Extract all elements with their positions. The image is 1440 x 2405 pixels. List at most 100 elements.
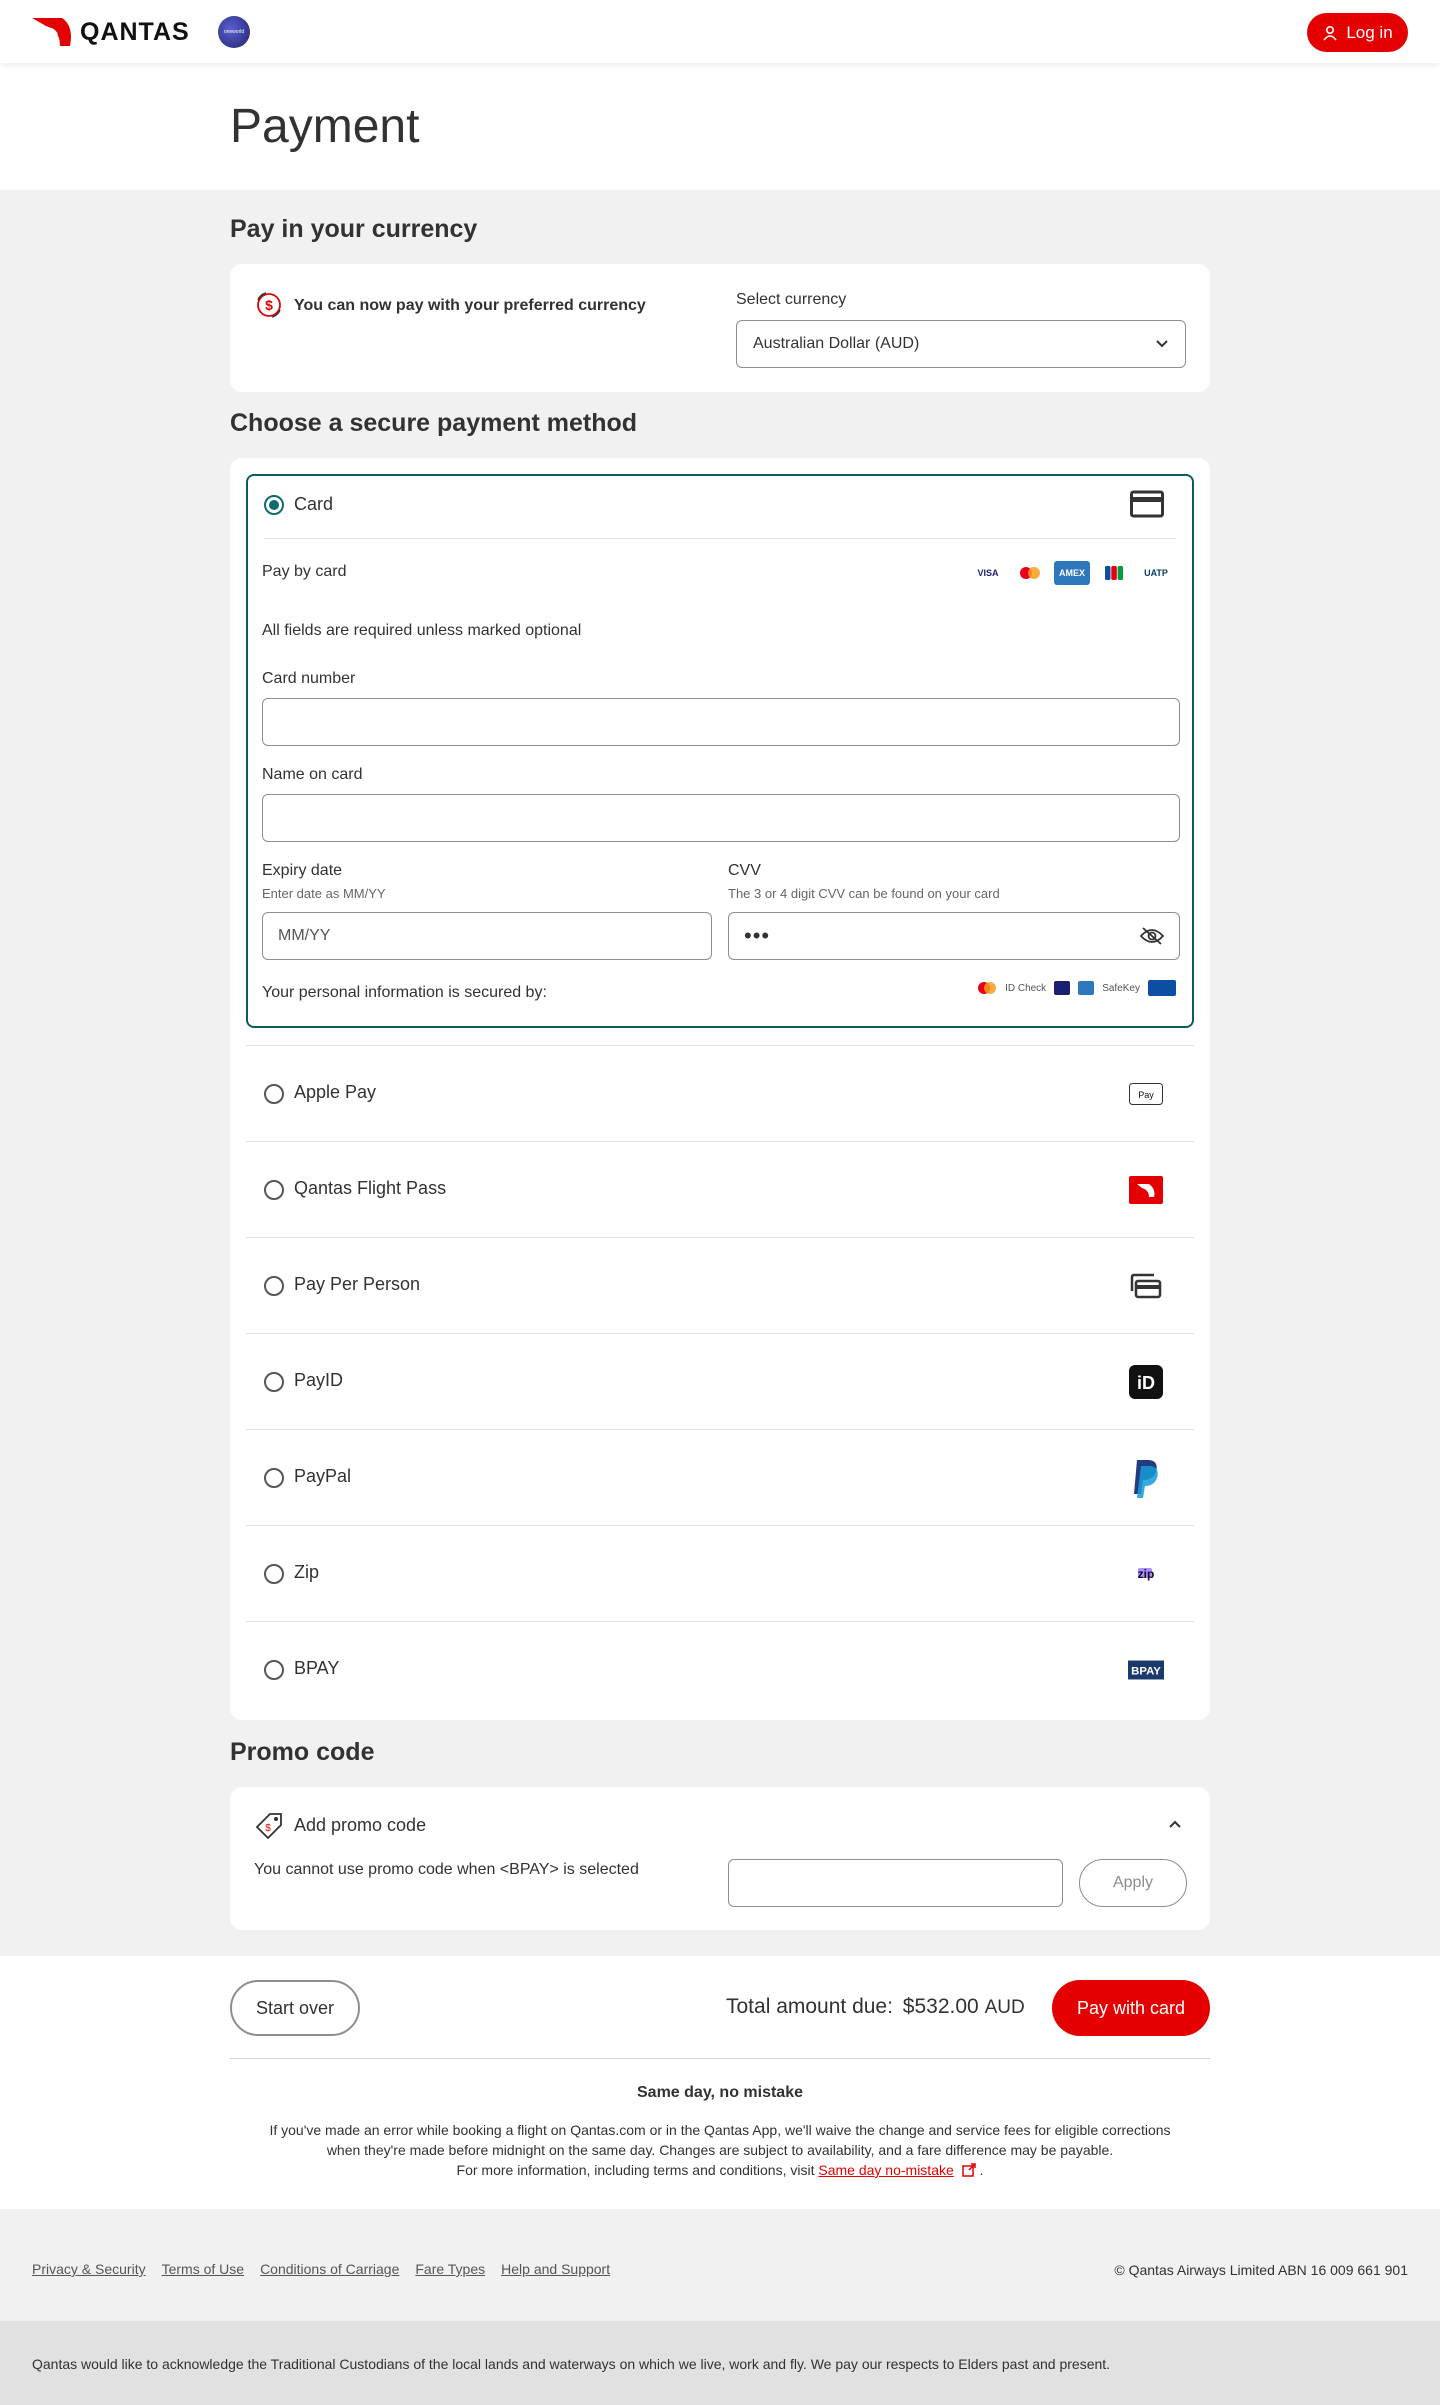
same-day-line-1: If you've made an error while booking a …: [269, 2122, 1171, 2138]
payment-option-zip[interactable]: Zip zip: [246, 1525, 1194, 1621]
qantas-flight-pass-label: Qantas Flight Pass: [294, 1178, 447, 1198]
visa-icon: VISA: [977, 568, 999, 578]
bpay-label: BPAY: [294, 1658, 340, 1678]
apple-pay-radio[interactable]: [264, 1084, 284, 1104]
kangaroo-icon: [32, 18, 71, 46]
id-check-text: ID Check: [1005, 982, 1047, 994]
copyright: © Qantas Airways Limited ABN 16 009 661 …: [1114, 2262, 1408, 2278]
oneworld-logo: oneworld: [218, 16, 250, 48]
expiry-label: Expiry date: [262, 862, 343, 879]
brand-wordmark: QANTAS: [80, 17, 190, 46]
card-number-input[interactable]: [262, 698, 1180, 746]
uatp-icon: UATP: [1144, 568, 1168, 578]
bpay-icon: BPAY: [1128, 1652, 1164, 1688]
name-on-card-label: Name on card: [262, 766, 363, 783]
total-amount: Total amount due: $532.00 AUD: [726, 1995, 1025, 2019]
total-value: $532.00: [902, 1995, 979, 2018]
fare-types-link[interactable]: Fare Types: [415, 2261, 485, 2277]
pay-with-card-button[interactable]: Pay with card: [1052, 1980, 1210, 2036]
jsecure-icon: [1148, 980, 1176, 996]
svg-text:iD: iD: [1137, 1373, 1155, 1393]
summary-bar: Start over Total amount due: $532.00 AUD…: [0, 1956, 1440, 2209]
bpay-radio[interactable]: [264, 1660, 284, 1680]
svg-text:$: $: [265, 1823, 271, 1834]
promo-section-title: Promo code: [230, 1738, 375, 1766]
title-bar: Payment: [0, 63, 1440, 190]
currency-section-title: Pay in your currency: [230, 215, 478, 243]
zip-radio[interactable]: [264, 1564, 284, 1584]
same-day-link[interactable]: Same day no-mistake: [818, 2162, 953, 2178]
card-networks: VISA AMEX UATP: [970, 561, 1174, 585]
external-link-icon: [961, 2163, 976, 2177]
currency-select[interactable]: Australian Dollar (AUD): [736, 320, 1186, 368]
svg-text:Pay: Pay: [1138, 1090, 1154, 1100]
login-button[interactable]: Log in: [1307, 13, 1408, 52]
user-icon: [1323, 25, 1337, 41]
payid-radio[interactable]: [264, 1372, 284, 1392]
cvv-input[interactable]: •••: [728, 912, 1180, 960]
start-over-button[interactable]: Start over: [230, 1980, 360, 2036]
paypal-radio[interactable]: [264, 1468, 284, 1488]
expiry-input[interactable]: MM/YY: [262, 912, 712, 960]
qantas-logo[interactable]: QANTAS: [32, 16, 190, 48]
add-promo-toggle[interactable]: Add promo code: [294, 1815, 426, 1836]
card-option-label: Card: [294, 494, 334, 514]
promo-note: You cannot use promo code when <BPAY> is…: [254, 1861, 639, 1878]
cvv-label: CVV: [728, 862, 761, 879]
oneworld-text: oneworld: [223, 29, 245, 35]
payment-panel: Card Pay by card VISA AMEX UATP All fiel…: [230, 458, 1210, 1720]
same-day-title: Same day, no mistake: [637, 2084, 803, 2101]
paypal-label: PayPal: [294, 1466, 352, 1486]
cvv-value: •••: [744, 923, 771, 948]
conditions-link[interactable]: Conditions of Carriage: [260, 2261, 399, 2277]
zip-label: Zip: [294, 1562, 320, 1582]
currency-message: You can now pay with your preferred curr…: [294, 297, 646, 314]
name-on-card-input[interactable]: [262, 794, 1180, 842]
apply-button[interactable]: Apply: [1079, 1859, 1187, 1907]
privacy-link[interactable]: Privacy & Security: [32, 2261, 146, 2277]
site-header: QANTAS oneworld Log in: [0, 0, 1440, 63]
eye-off-icon[interactable]: [1140, 927, 1164, 945]
qantas-flight-pass-radio[interactable]: [264, 1180, 284, 1200]
payment-option-payid[interactable]: PayID iD: [246, 1333, 1194, 1429]
pay-per-person-radio[interactable]: [264, 1276, 284, 1296]
payment-option-qantas-flight-pass[interactable]: Qantas Flight Pass: [246, 1141, 1194, 1237]
payment-option-pay-per-person[interactable]: Pay Per Person: [246, 1237, 1194, 1333]
expiry-hint: Enter date as MM/YY: [262, 886, 386, 901]
svg-text:$: $: [265, 297, 273, 313]
amex-icon: AMEX: [1054, 561, 1090, 585]
help-link[interactable]: Help and Support: [501, 2261, 610, 2277]
same-day-line-3: For more information, including terms an…: [0, 2160, 1440, 2180]
payment-option-bpay[interactable]: BPAY BPAY: [246, 1621, 1194, 1717]
total-currency: AUD: [984, 1997, 1025, 2018]
secure-badges: ID Check SafeKey: [977, 980, 1176, 996]
cvv-hint: The 3 or 4 digit CVV can be found on you…: [728, 886, 1000, 901]
currency-selected-value: Australian Dollar (AUD): [753, 335, 920, 352]
safekey-text: SafeKey: [1102, 982, 1140, 994]
same-day-line-2: when they're made before midnight on the…: [326, 2142, 1114, 2158]
card-number-label: Card number: [262, 670, 356, 687]
currency-panel: $ You can now pay with your preferred cu…: [230, 264, 1210, 392]
cards-icon: [1128, 1268, 1164, 1304]
currency-exchange-icon: $: [257, 292, 281, 318]
card-radio[interactable]: [264, 495, 284, 515]
paypal-icon: [1128, 1460, 1164, 1498]
promo-code-input[interactable]: [728, 1859, 1063, 1907]
terms-link[interactable]: Terms of Use: [162, 2261, 244, 2277]
required-note: All fields are required unless marked op…: [262, 622, 582, 639]
payid-label: PayID: [294, 1370, 344, 1390]
same-day-text: If you've made an error while booking a …: [0, 2120, 1440, 2180]
apple-pay-label: Apple Pay: [294, 1082, 377, 1102]
payment-option-apple-pay[interactable]: Apple Pay Pay: [246, 1045, 1194, 1141]
chevron-up-icon[interactable]: [1168, 1819, 1182, 1829]
qantas-flight-pass-icon: [1128, 1172, 1164, 1208]
mastercard-id-check-icon: [978, 982, 997, 994]
payment-option-paypal[interactable]: PayPal: [246, 1429, 1194, 1525]
jcb-icon: [1096, 561, 1132, 585]
mastercard-icon: [1012, 561, 1048, 585]
acknowledgement-bar: Qantas would like to acknowledge the Tra…: [0, 2321, 1440, 2405]
secured-label: Your personal information is secured by:: [262, 984, 547, 1001]
chevron-down-icon: [1156, 340, 1168, 348]
pay-per-person-label: Pay Per Person: [294, 1274, 421, 1294]
summary-divider: [230, 2058, 1210, 2059]
